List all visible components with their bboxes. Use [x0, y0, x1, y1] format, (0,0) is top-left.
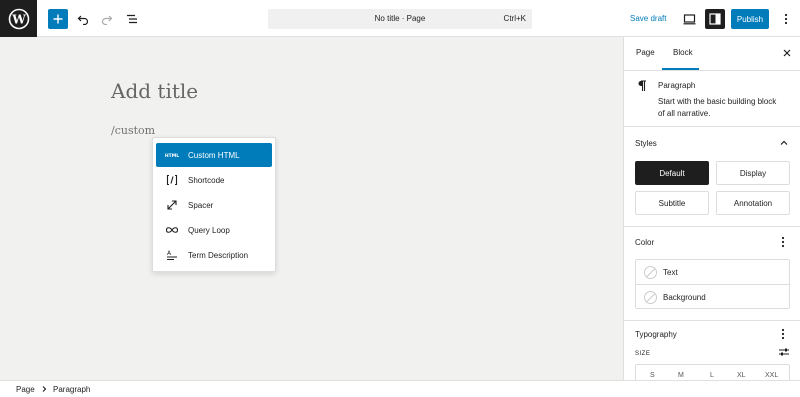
color-background-option[interactable]: Background [636, 285, 789, 309]
close-icon [783, 49, 791, 57]
color-settings-group: Text Background [635, 259, 790, 309]
redo-icon [101, 15, 113, 25]
font-size-option-xl[interactable]: XL [737, 372, 746, 379]
color-panel-title: Color [635, 238, 655, 247]
chevron-up-icon[interactable] [779, 138, 789, 148]
block-card-title: Paragraph [658, 81, 696, 90]
color-text-option[interactable]: Text [636, 260, 789, 284]
font-size-option-xxl[interactable]: XXL [765, 372, 778, 379]
wordpress-logo-svg: W [8, 8, 29, 29]
shortcode-icon [164, 174, 180, 186]
svg-text:A: A [167, 250, 172, 257]
divider [624, 70, 800, 71]
slash-command-menu: HTML Custom HTML Shortcode Spacer Query … [152, 137, 276, 272]
color-swatch-icon [644, 290, 657, 304]
style-display-button[interactable]: Display [716, 161, 790, 185]
menu-item-shortcode[interactable]: Shortcode [156, 168, 272, 192]
view-button[interactable] [681, 11, 697, 27]
color-options-button[interactable] [777, 236, 789, 248]
divider [624, 320, 800, 321]
menu-item-term-description[interactable]: A Term Description [156, 243, 272, 267]
document-title: No title · Page [374, 14, 426, 23]
html-icon: HTML [164, 151, 180, 159]
list-view-icon [127, 14, 137, 24]
font-size-picker: S M L XL XXL [635, 364, 790, 380]
menu-item-label: Custom HTML [188, 150, 240, 160]
font-size-option-l[interactable]: L [710, 372, 714, 379]
custom-size-settings-icon[interactable] [778, 347, 790, 357]
style-annotation-button[interactable]: Annotation [716, 191, 790, 215]
tab-block[interactable]: Block [673, 48, 693, 57]
color-swatch-icon [644, 265, 657, 279]
svg-text:W: W [11, 12, 26, 26]
menu-item-label: Shortcode [188, 175, 225, 185]
more-vertical-icon [781, 236, 785, 248]
spacer-icon [164, 199, 180, 211]
style-default-button[interactable]: Default [635, 161, 709, 185]
svg-text:HTML: HTML [165, 153, 179, 159]
settings-sidebar: Page Block Paragraph Start with the basi… [623, 37, 800, 380]
menu-item-label: Query Loop [188, 225, 230, 235]
typography-options-button[interactable] [777, 328, 789, 340]
term-description-icon: A [164, 249, 180, 261]
breadcrumb-paragraph[interactable]: Paragraph [53, 385, 90, 394]
options-button[interactable] [778, 11, 794, 27]
font-size-option-s[interactable]: S [650, 372, 655, 379]
divider [624, 126, 800, 127]
chevron-right-icon [40, 384, 48, 394]
breadcrumb-page[interactable]: Page [16, 385, 35, 394]
menu-item-query-loop[interactable]: Query Loop [156, 218, 272, 242]
more-vertical-icon [784, 13, 788, 25]
paragraph-icon [637, 80, 649, 92]
editor-canvas[interactable]: Add title /custom HTML Custom HTML Short… [0, 37, 623, 380]
redo-button[interactable] [97, 9, 117, 29]
settings-toggle-button[interactable] [705, 9, 725, 29]
undo-button[interactable] [73, 9, 93, 29]
loop-icon [164, 225, 180, 235]
menu-item-label: Spacer [188, 200, 214, 210]
block-inserter-button[interactable] [48, 9, 68, 29]
document-overview-button[interactable] [122, 9, 142, 29]
close-sidebar-button[interactable] [780, 46, 794, 60]
tab-page[interactable]: Page [636, 48, 655, 57]
editor-header: W No title · Page Ctrl+K Save draft Publ… [0, 0, 800, 37]
font-size-label: SIZE [635, 351, 651, 357]
more-vertical-icon [781, 328, 785, 340]
block-card-description: Start with the basic building block of a… [658, 97, 777, 118]
menu-item-spacer[interactable]: Spacer [156, 193, 272, 217]
shortcut-hint: Ctrl+K [503, 14, 526, 23]
menu-item-label: Term Description [188, 250, 249, 260]
desktop-icon [683, 13, 695, 24]
block-breadcrumb-bar: Page Paragraph [0, 380, 800, 397]
divider [624, 226, 800, 227]
undo-icon [77, 15, 89, 25]
publish-button[interactable]: Publish [731, 9, 769, 29]
color-item-label: Background [663, 292, 706, 302]
menu-item-custom-html[interactable]: HTML Custom HTML [156, 143, 272, 167]
font-size-option-m[interactable]: M [678, 372, 684, 379]
sidebar-toggle-icon [709, 13, 721, 25]
save-draft-button[interactable]: Save draft [630, 14, 666, 23]
wordpress-logo-icon[interactable]: W [0, 0, 37, 37]
post-title-input[interactable]: Add title [111, 79, 198, 103]
command-palette-bar[interactable]: No title · Page Ctrl+K [268, 9, 532, 29]
style-subtitle-button[interactable]: Subtitle [635, 191, 709, 215]
styles-panel-title[interactable]: Styles [635, 139, 657, 148]
paragraph-block[interactable]: /custom [111, 124, 155, 137]
typography-panel-title: Typography [635, 330, 677, 339]
color-item-label: Text [663, 267, 678, 277]
plus-icon [53, 14, 63, 24]
